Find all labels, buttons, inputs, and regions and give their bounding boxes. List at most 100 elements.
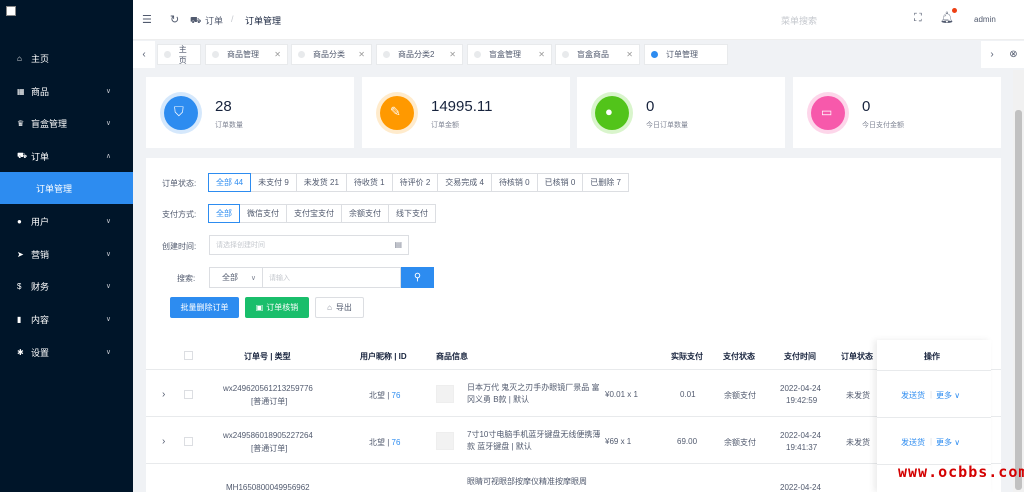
status-deleted[interactable]: 已删除 7 [582, 173, 629, 192]
pay-offline[interactable]: 线下支付 [388, 204, 436, 223]
pay-wechat[interactable]: 微信支付 [239, 204, 287, 223]
notification-dot [952, 8, 957, 13]
scrollbar-thumb[interactable] [1015, 110, 1022, 490]
cart-icon: ⛟ [190, 15, 202, 25]
status-to-review[interactable]: 待评价 2 [391, 173, 439, 192]
calendar-icon: ▤ [394, 240, 402, 249]
verify-order-button[interactable]: ▣ 订单核销 [245, 297, 309, 318]
expand-icon[interactable]: › [162, 436, 165, 447]
expand-icon[interactable]: › [162, 389, 165, 400]
pay-alipay[interactable]: 支付宝支付 [286, 204, 342, 223]
status-verified[interactable]: 已核销 0 [536, 173, 584, 192]
tab-scroll-left[interactable]: ‹ [133, 41, 155, 68]
broken-image-icon [6, 6, 16, 16]
sidebar-item-content[interactable]: ▮ 内容 ∨ [0, 305, 133, 333]
chevron-up-icon: ∧ [105, 153, 111, 160]
sidebar-item-marketing[interactable]: ➤ 营销 ∨ [0, 240, 133, 268]
search-type-select[interactable]: 全部 ∨ [209, 267, 263, 288]
pay-balance[interactable]: 余额支付 [341, 204, 389, 223]
watermark: www.ocbbs.com [898, 463, 1024, 481]
pay-filter: 全部 微信支付 支付宝支付 余额支付 线下支付 [208, 204, 436, 223]
tab-blindbox-goods[interactable]: 盲盒商品 ✕ [555, 44, 640, 65]
sidebar-item-order[interactable]: ⛟ 订单 ∧ [0, 142, 133, 170]
stat-card-order-amount: ✎ 14995.11 订单金额 [362, 77, 570, 148]
sidebar-item-order-manage[interactable]: 订单管理 [0, 172, 133, 204]
tab-goods-manage[interactable]: 商品管理 ✕ [205, 44, 288, 65]
status-completed[interactable]: 交易完成 4 [437, 173, 492, 192]
close-icon[interactable]: ✕ [358, 50, 365, 59]
tab-goods-category2[interactable]: 商品分类2 ✕ [376, 44, 463, 65]
verify-icon: ▣ [255, 303, 264, 312]
send-icon: ➤ [17, 249, 24, 259]
close-icon[interactable]: ✕ [449, 50, 456, 59]
bell-icon[interactable]: 🔔︎ [940, 11, 954, 24]
sidebar-item-settings[interactable]: ✱ 设置 ∨ [0, 338, 133, 366]
chevron-down-icon: ∨ [105, 88, 111, 95]
more-dropdown[interactable]: 更多 ∨ [936, 390, 960, 401]
chevron-left-icon: ‹ [142, 49, 146, 60]
stat-card-today-payment: ▭ 0 今日支付金额 [793, 77, 1001, 148]
ship-button[interactable]: 发送货 [901, 390, 925, 401]
dollar-icon: $ [17, 281, 22, 291]
gear-icon: ✱ [17, 347, 24, 357]
status-all[interactable]: 全部 44 [208, 173, 252, 192]
stat-card-order-count: ⛉ 28 订单数量 [146, 77, 354, 148]
ship-button[interactable]: 发送货 [901, 437, 925, 448]
refresh-icon[interactable]: ↻ [170, 13, 179, 26]
search-button[interactable]: ⚲ [401, 267, 434, 288]
close-icon[interactable]: ✕ [274, 50, 281, 59]
sidebar: ⌂ 主页 ▦ 商品 ∨ ♛ 盲盒管理 ∨ ⛟ 订单 ∧ 订单管理 ● 用户 ∨ ➤ 营销 ∨ $ 财务 ∨… [0, 0, 133, 492]
time-filter-label: 创建时间: [162, 242, 197, 251]
search-icon: ⚲ [413, 272, 422, 283]
tag-icon: ✎ [380, 96, 414, 130]
search-label: 搜索: [177, 274, 196, 283]
sidebar-item-goods[interactable]: ▦ 商品 ∨ [0, 77, 133, 105]
top-header: ☰ ↻ ⛟ 订单 / 订单管理 菜单搜索 ⛶ 🔔︎ admin [133, 0, 1024, 40]
row-checkbox[interactable] [184, 390, 193, 399]
menu-toggle-icon[interactable]: ☰ [142, 13, 152, 26]
sidebar-item-user[interactable]: ● 用户 ∨ [0, 207, 133, 235]
stat-card-today-orders: ● 0 今日订单数量 [577, 77, 785, 148]
product-thumbnail [436, 432, 454, 450]
fullscreen-icon[interactable]: ⛶ [914, 12, 922, 25]
table-header: 订单号 | 类型 用户昵称 | ID 商品信息 实际支付 支付状态 支付时间 订… [146, 340, 1001, 370]
batch-delete-button[interactable]: 批量删除订单 [170, 297, 239, 318]
tab-blindbox-manage[interactable]: 盲盒管理 ✕ [467, 44, 552, 65]
tab-scroll-right[interactable]: › [981, 41, 1003, 68]
sidebar-item-home[interactable]: ⌂ 主页 [0, 44, 133, 72]
status-filter: 全部 44 未支付 9 未发货 21 待收货 1 待评价 2 交易完成 4 待核… [208, 173, 629, 192]
pay-all[interactable]: 全部 [208, 204, 240, 223]
status-unpaid[interactable]: 未支付 9 [250, 173, 297, 192]
logo[interactable] [0, 0, 133, 38]
more-dropdown[interactable]: 更多 ∨ [936, 437, 960, 448]
tab-bar: ‹ 主页 商品管理 ✕ 商品分类 ✕ 商品分类2 ✕ 盲盒管理 ✕ 盲盒商品 ✕ 订单管理… [133, 41, 1024, 68]
date-range-input[interactable]: 请选择创建时间 ▤ [209, 235, 409, 255]
close-icon[interactable]: ✕ [626, 50, 633, 59]
chevron-down-icon: ∨ [105, 218, 111, 225]
pay-filter-label: 支付方式: [162, 210, 197, 219]
row-checkbox[interactable] [184, 437, 193, 446]
close-icon[interactable]: ✕ [538, 50, 545, 59]
tab-order-manage[interactable]: 订单管理 [644, 44, 728, 65]
search-input[interactable]: 请输入 [262, 267, 401, 288]
select-all-checkbox[interactable] [184, 351, 193, 360]
export-button[interactable]: ⌂ 导出 [315, 297, 364, 318]
lock-icon: ⌂ [327, 303, 332, 312]
sidebar-item-finance[interactable]: $ 财务 ∨ [0, 272, 133, 300]
status-to-verify[interactable]: 待核销 0 [490, 173, 538, 192]
page-scrollbar[interactable] [1013, 70, 1024, 492]
user-name[interactable]: admin [974, 15, 996, 24]
status-to-receive[interactable]: 待收货 1 [345, 173, 393, 192]
tab-close-all[interactable]: ⊗ [1003, 41, 1024, 68]
user-icon: ● [17, 216, 22, 226]
basket-icon: ⛉ [164, 96, 198, 130]
product-thumbnail [436, 385, 454, 403]
menu-search-input[interactable]: 菜单搜索 [781, 14, 817, 27]
tab-home[interactable]: 主页 [157, 44, 201, 65]
sidebar-item-blindbox[interactable]: ♛ 盲盒管理 ∨ [0, 109, 133, 137]
close-circle-icon: ⊗ [1009, 49, 1018, 60]
tab-goods-category[interactable]: 商品分类 ✕ [291, 44, 372, 65]
status-unshipped[interactable]: 未发货 21 [295, 173, 347, 192]
breadcrumb-order[interactable]: 订单 [205, 14, 223, 27]
order-panel: 订单状态: 全部 44 未支付 9 未发货 21 待收货 1 待评价 2 交易完… [146, 158, 1001, 492]
